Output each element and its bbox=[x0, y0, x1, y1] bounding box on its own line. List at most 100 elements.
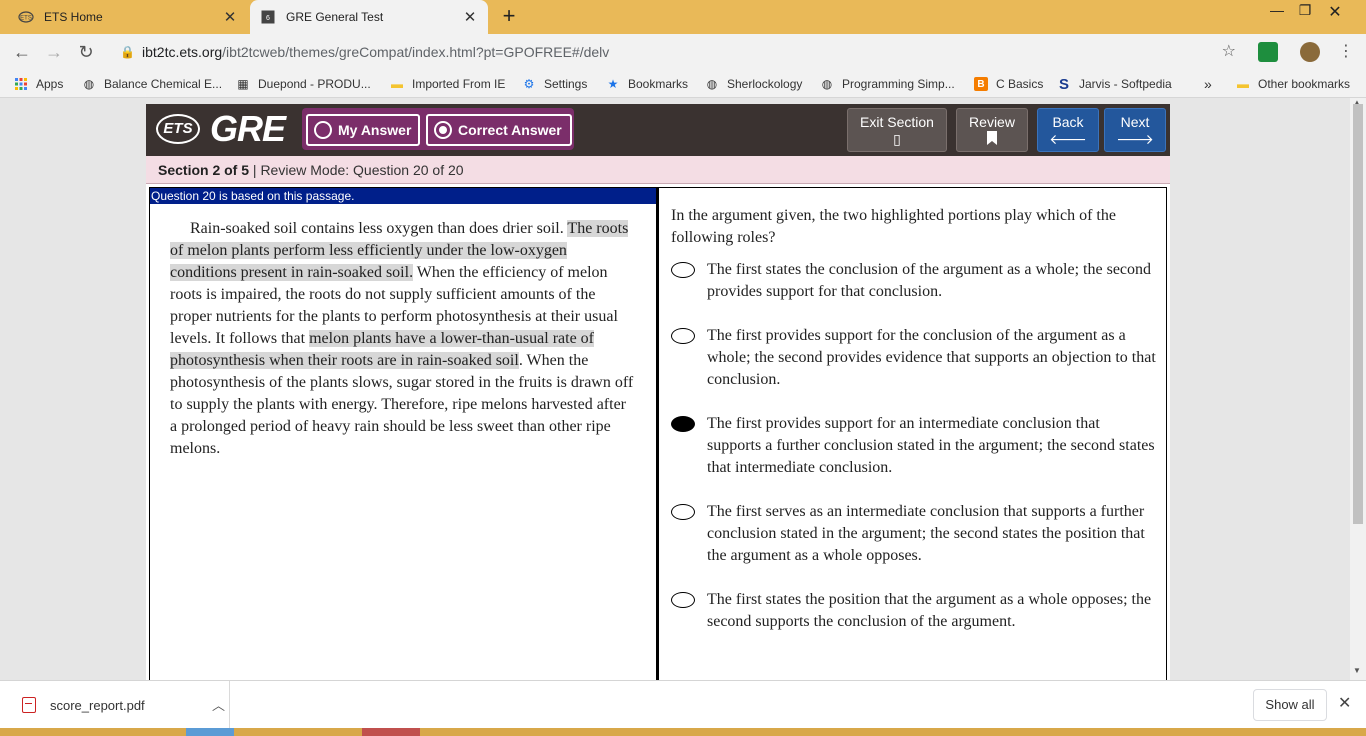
review-label: Review bbox=[969, 114, 1015, 130]
bookmark-duepond[interactable]: ▦ Duepond - PRODU... bbox=[236, 75, 370, 93]
tab-ets-home[interactable]: ETS ETS Home ✕ bbox=[8, 0, 248, 34]
window-close-icon[interactable]: ✕ bbox=[1320, 2, 1350, 22]
ets-logo: ETS bbox=[156, 114, 200, 144]
bookmark-jarvis-softpedia[interactable]: S Jarvis - Softpedia bbox=[1057, 75, 1172, 93]
back-arrow-icon[interactable]: ← bbox=[10, 41, 34, 63]
page-scrollbar[interactable]: ▲ ▼ bbox=[1350, 98, 1366, 680]
exit-section-button[interactable]: Exit Section ▯ bbox=[847, 108, 947, 152]
my-answer-button[interactable]: My Answer bbox=[306, 114, 420, 146]
radio-icon bbox=[314, 121, 332, 139]
choice-oval[interactable] bbox=[671, 262, 695, 278]
ets-favicon-icon: ETS bbox=[18, 9, 34, 25]
url-host: ibt2tc.ets.org bbox=[142, 44, 223, 60]
gear-icon: ⚙ bbox=[523, 77, 535, 91]
pdf-file-icon bbox=[22, 697, 36, 713]
taskbar-app-icon[interactable] bbox=[362, 728, 420, 736]
passage-pane: Question 20 is based on this passage. Ra… bbox=[149, 187, 657, 680]
lock-icon: 🔒 bbox=[120, 45, 135, 59]
taskbar-app-icon[interactable] bbox=[186, 728, 234, 736]
svg-text:ETS: ETS bbox=[20, 16, 32, 22]
url-path: /ibt2tcweb/themes/greCompat/index.html?p… bbox=[222, 44, 610, 60]
section-indicator: Section 2 of 5 bbox=[158, 162, 250, 178]
next-label: Next bbox=[1120, 114, 1150, 130]
right-arrow-icon: 🡒 bbox=[1116, 131, 1154, 147]
choice-text: The first provides support for the concl… bbox=[707, 327, 1156, 388]
gre-toolbar: ETS GRE My Answer Correct Answer Exit Se… bbox=[146, 104, 1170, 156]
bookmark-label: Settings bbox=[544, 77, 588, 91]
menu-dots-icon[interactable]: ⋮ bbox=[1334, 41, 1358, 63]
show-all-button[interactable]: Show all bbox=[1253, 689, 1327, 721]
review-button[interactable]: Review bbox=[956, 108, 1028, 152]
forward-arrow-icon[interactable]: → bbox=[42, 41, 66, 63]
bookmark-imported-from-ie[interactable]: ▬ Imported From IE bbox=[390, 75, 505, 93]
bookmark-apps[interactable]: Apps bbox=[14, 75, 63, 93]
bookmark-programming-simp[interactable]: ◍ Programming Simp... bbox=[820, 75, 955, 93]
door-icon: ▯ bbox=[893, 131, 901, 147]
globe-icon: ◍ bbox=[83, 77, 95, 91]
chevron-up-icon[interactable]: ︿ bbox=[212, 695, 225, 714]
download-filename: score_report.pdf bbox=[50, 697, 145, 713]
answer-choice-d[interactable]: The first serves as an intermediate conc… bbox=[671, 501, 1157, 567]
globe-icon: ◍ bbox=[821, 77, 833, 91]
answer-choice-a[interactable]: The first states the conclusion of the a… bbox=[671, 259, 1157, 303]
minimize-icon[interactable]: — bbox=[1262, 2, 1292, 22]
bookmark-c-basics[interactable]: B C Basics bbox=[974, 75, 1043, 93]
building-icon: ▦ bbox=[237, 77, 249, 91]
restore-icon[interactable]: ❐ bbox=[1290, 2, 1320, 22]
review-mode-indicator: | Review Mode: Question 20 of 20 bbox=[249, 162, 464, 178]
bookmark-label: Imported From IE bbox=[412, 77, 506, 91]
choice-text: The first states the position that the a… bbox=[707, 591, 1152, 630]
bookmark-other-bookmarks[interactable]: ▬ Other bookmarks bbox=[1236, 75, 1350, 93]
close-tab-icon[interactable]: ✕ bbox=[220, 8, 240, 26]
close-downloads-icon[interactable]: ✕ bbox=[1338, 693, 1351, 713]
answer-choice-c[interactable]: The first provides support for an interm… bbox=[671, 413, 1157, 479]
answer-choice-b[interactable]: The first provides support for the concl… bbox=[671, 325, 1157, 391]
tab-title: ETS Home bbox=[44, 10, 103, 24]
correct-answer-label: Correct Answer bbox=[458, 122, 562, 138]
bookmark-label: C Basics bbox=[996, 77, 1044, 91]
bookmark-label: Programming Simp... bbox=[842, 77, 955, 91]
softpedia-icon: S bbox=[1058, 75, 1069, 93]
choice-oval[interactable] bbox=[671, 504, 695, 520]
page-viewport: ETS GRE My Answer Correct Answer Exit Se… bbox=[0, 98, 1366, 680]
scrollbar-thumb[interactable] bbox=[1353, 104, 1363, 524]
answer-toggle-group: My Answer Correct Answer bbox=[302, 108, 574, 150]
choice-oval[interactable] bbox=[671, 328, 695, 344]
bookmark-label: Apps bbox=[36, 77, 64, 91]
question-pane: In the argument given, the two highlight… bbox=[657, 187, 1167, 680]
back-label: Back bbox=[1052, 114, 1084, 130]
close-tab-icon[interactable]: ✕ bbox=[460, 8, 480, 26]
tab-gre-general-test[interactable]: 6 GRE General Test ✕ bbox=[250, 0, 488, 34]
choice-oval-selected[interactable] bbox=[671, 416, 695, 432]
apps-grid-icon bbox=[14, 77, 28, 91]
my-answer-label: My Answer bbox=[338, 122, 412, 138]
extension-icon[interactable] bbox=[1258, 42, 1278, 62]
bookmark-label: Sherlockology bbox=[727, 77, 803, 91]
bookmark-balance-chemical[interactable]: ◍ Balance Chemical E... bbox=[82, 75, 222, 93]
bookmark-icon bbox=[957, 131, 1027, 148]
downloads-bar: score_report.pdf ︿ Show all ✕ bbox=[0, 680, 1366, 729]
folder-icon: ▬ bbox=[391, 77, 403, 91]
address-bar[interactable]: 🔒 ibt2tc.ets.org/ibt2tcweb/themes/greCom… bbox=[108, 39, 1246, 65]
bookmark-sherlockology[interactable]: ◍ Sherlockology bbox=[705, 75, 803, 93]
tab-strip: ETS ETS Home ✕ 6 GRE General Test ✕ + — … bbox=[0, 0, 1366, 34]
correct-answer-button[interactable]: Correct Answer bbox=[426, 114, 572, 146]
next-button[interactable]: Next 🡒 bbox=[1104, 108, 1166, 152]
passage-header: Question 20 is based on this passage. bbox=[150, 188, 656, 204]
profile-avatar[interactable] bbox=[1300, 42, 1320, 62]
browser-toolbar: ← → ↻ 🔒 ibt2tc.ets.org/ibt2tcweb/themes/… bbox=[0, 34, 1366, 70]
bookmark-bookmarks[interactable]: ★ Bookmarks bbox=[606, 75, 688, 93]
reload-icon[interactable]: ↻ bbox=[74, 41, 98, 63]
bookmark-settings[interactable]: ⚙ Settings bbox=[522, 75, 588, 93]
back-button[interactable]: Back 🡐 bbox=[1037, 108, 1099, 152]
choice-oval[interactable] bbox=[671, 592, 695, 608]
bookmark-star-icon[interactable]: ☆ bbox=[1222, 39, 1236, 65]
scroll-down-arrow-icon[interactable]: ▼ bbox=[1353, 666, 1361, 675]
new-tab-icon[interactable]: + bbox=[498, 5, 520, 28]
download-item[interactable]: score_report.pdf ︿ bbox=[14, 681, 230, 729]
answer-choice-e[interactable]: The first states the position that the a… bbox=[671, 589, 1157, 633]
blogger-icon: B bbox=[974, 77, 988, 91]
passage-segment: Rain-soaked soil contains less oxygen th… bbox=[190, 220, 568, 237]
svg-text:6: 6 bbox=[266, 15, 270, 22]
bookmarks-overflow-chevron[interactable]: » bbox=[1204, 75, 1212, 93]
